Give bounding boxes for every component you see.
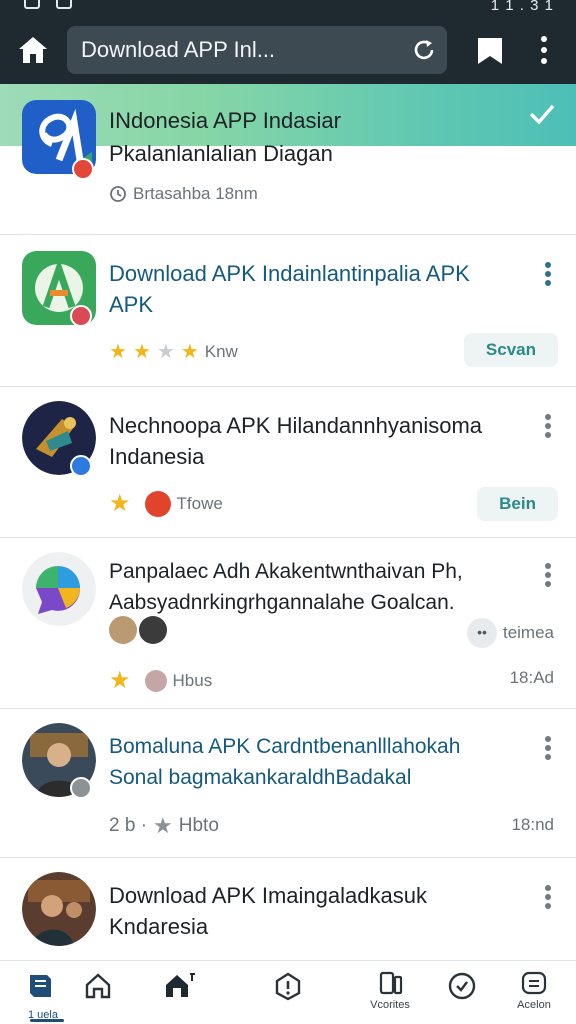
item-title: Download APK Indainlantinpalia APK APK [109, 261, 470, 317]
nav-history[interactable] [434, 971, 490, 1021]
bottom-navigation: Vcorites Acelon 1 uela [0, 960, 576, 1024]
item-title: INdonesia APP Indasiar [109, 108, 341, 133]
extra-text: teimea [502, 623, 554, 642]
meta-prefix: 2 b · [109, 815, 148, 836]
item-meta: Brtasahba 18nm [109, 184, 258, 204]
item-time: 18:Ad [509, 668, 554, 687]
nav-alerts[interactable] [260, 971, 316, 1021]
meta-text: Tfowe [176, 493, 223, 513]
bookmark-icon[interactable] [476, 36, 504, 66]
reload-icon[interactable] [411, 37, 437, 63]
star-icon: ★ [132, 341, 151, 363]
participants [109, 616, 167, 644]
store-icon [166, 973, 195, 997]
status-badge [70, 777, 92, 799]
meta-text: Hbto [178, 815, 219, 836]
alert-shield-icon [275, 972, 301, 1001]
meta-text: Brtasahba 18nm [133, 184, 258, 203]
more-vertical-icon[interactable] [540, 735, 556, 761]
list-item[interactable]: Panpalaec Adh Akakentwnthaivan Ph, Aabsy… [0, 538, 576, 709]
verified-badge [70, 455, 92, 477]
more-vertical-icon[interactable] [540, 562, 556, 588]
item-title: Download APK Imaingaladkasuk Kndaresia [109, 883, 427, 939]
status-bar: 1 1 . 3 1 [0, 0, 576, 14]
item-meta: ★ Tfowe [109, 489, 223, 518]
home-outline-icon [85, 973, 111, 999]
nav-favorites[interactable]: Vcorites [362, 971, 418, 1021]
item-title: Nechnoopa APK Hilandannhyanisoma Indanes… [109, 413, 483, 469]
avatar [139, 616, 167, 644]
store-badge-icon [144, 490, 171, 517]
item-subtitle: Pkalanlanlalian Diagan [109, 141, 333, 166]
action-button[interactable]: Bein [477, 487, 558, 521]
phone-icon [379, 971, 403, 995]
list-item[interactable]: Nechnoopa APK Hilandannhyanisoma Indanes… [0, 387, 576, 538]
list-item[interactable]: Bomaluna APK Cardntbenanlllahokah Sonal … [0, 709, 576, 858]
more-vertical-icon[interactable] [540, 884, 556, 910]
list-item[interactable]: Download APK Imaingaladkasuk Kndaresia [0, 858, 576, 960]
star-icon: ★ [156, 341, 175, 363]
item-meta: ★ ★ ★ ★ Knw [109, 339, 238, 364]
item-meta: ★ Hbus [109, 666, 212, 695]
more-vertical-icon[interactable] [540, 413, 556, 439]
active-nav-label: 1 uela [28, 1009, 58, 1021]
account-icon [521, 971, 547, 995]
browser-toolbar: Download APP Inl... [0, 14, 576, 84]
action-button[interactable]: Scvan [463, 333, 558, 367]
avatar [109, 616, 137, 644]
star-icon: ★ [109, 490, 131, 517]
star-icon: ★ [180, 341, 199, 363]
library-icon [30, 975, 51, 997]
home-icon[interactable] [16, 34, 50, 66]
nav-store[interactable] [152, 971, 208, 1021]
history-icon [448, 972, 476, 1000]
meta-text: Hbus [172, 670, 213, 690]
star-icon: ★ [109, 341, 127, 363]
nav-label: Acelon [517, 999, 551, 1011]
reply-indicator: •• teimea [466, 618, 554, 648]
nav-account[interactable]: Acelon [506, 971, 562, 1021]
more-vertical-icon[interactable] [533, 34, 555, 66]
avatar [144, 669, 167, 692]
verified-badge [72, 158, 94, 180]
verified-badge [70, 305, 92, 327]
chat-bubble-icon[interactable] [22, 552, 96, 626]
list-item[interactable]: Download APK Indainlantinpalia APK APK ★… [0, 235, 576, 387]
notification-icon [56, 0, 72, 9]
star-icon: ★ [153, 813, 173, 838]
item-meta: 2 b · ★ Hbto [109, 813, 219, 839]
address-bar[interactable]: Download APP Inl... [67, 26, 447, 74]
status-time: 1 1 . 3 1 [490, 0, 554, 14]
url-text: Download APP Inl... [81, 37, 276, 62]
group-photo-icon[interactable] [22, 872, 96, 946]
list-item[interactable]: INdonesia APP Indasiar Pkalanlanlalian D… [0, 84, 576, 235]
nav-label: Vcorites [370, 999, 410, 1011]
more-vertical-icon[interactable] [540, 261, 556, 287]
app-list: INdonesia APP Indasiar Pkalanlanlalian D… [0, 84, 576, 960]
star-icon: ★ [109, 667, 131, 694]
meta-text: Knw [204, 341, 238, 361]
notification-icon [24, 0, 40, 9]
item-title: Panpalaec Adh Akakentwnthaivan Ph, Aabsy… [109, 560, 463, 614]
typing-icon: •• [466, 618, 497, 648]
nav-home[interactable] [70, 971, 126, 1021]
clock-icon [110, 186, 126, 202]
item-title: Bomaluna APK Cardntbenanlllahokah Sonal … [109, 735, 461, 789]
check-icon[interactable] [528, 102, 556, 126]
item-time: 18:nd [511, 815, 554, 834]
